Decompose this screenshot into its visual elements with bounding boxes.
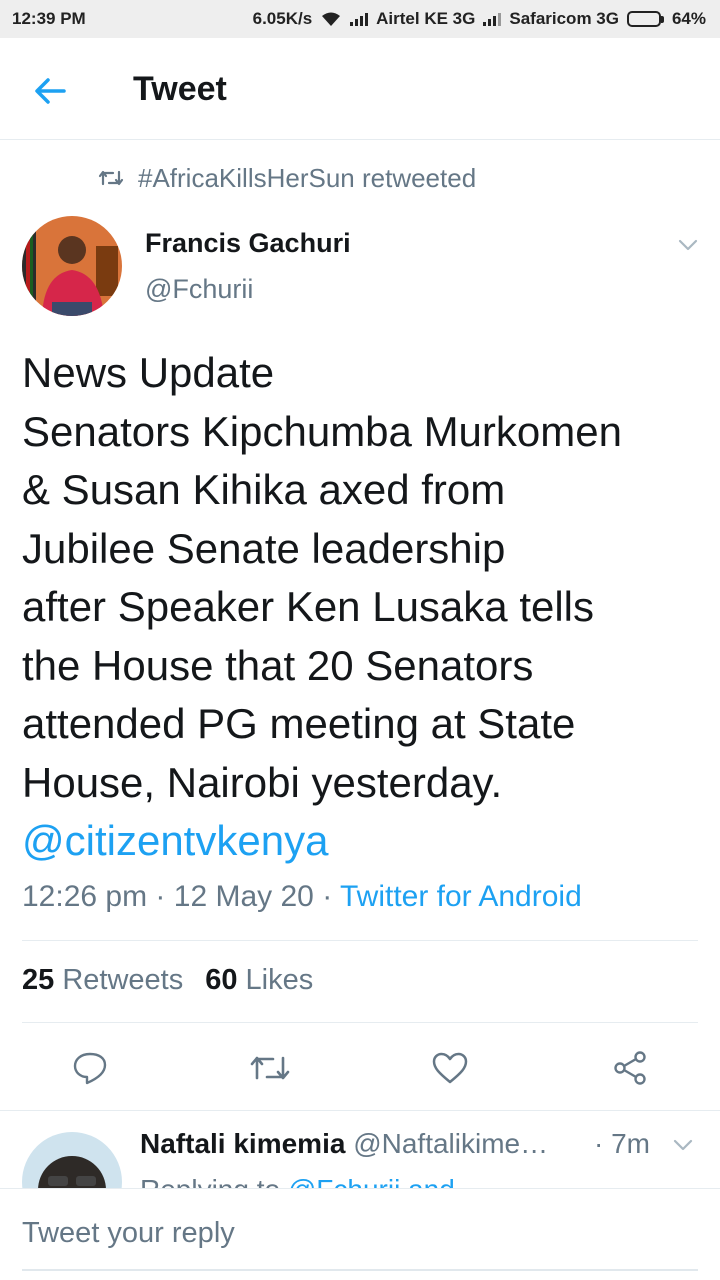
tweet-menu-button[interactable] bbox=[676, 233, 700, 257]
reply-input[interactable]: Tweet your reply bbox=[22, 1217, 235, 1250]
heart-icon bbox=[432, 1052, 468, 1084]
tweet-line: Senators Kipchumba Murkomen bbox=[22, 407, 622, 455]
tweet-stats: 25 Retweets 60 Likes bbox=[22, 964, 313, 997]
retweets-count: 25 bbox=[22, 964, 55, 996]
likes-count: 60 bbox=[205, 964, 238, 996]
status-time: 12:39 PM bbox=[12, 9, 86, 28]
meta-separator: · bbox=[313, 880, 340, 913]
signal-icon bbox=[350, 12, 369, 26]
reply-menu-button[interactable] bbox=[672, 1134, 694, 1156]
author-avatar[interactable] bbox=[22, 216, 122, 316]
reply-button[interactable] bbox=[66, 1044, 114, 1092]
tweet-time: 12:26 pm bbox=[22, 880, 148, 913]
share-button[interactable] bbox=[606, 1044, 654, 1092]
arrow-left-icon bbox=[35, 78, 66, 104]
retweets-stat[interactable]: 25 Retweets bbox=[22, 964, 183, 997]
share-icon bbox=[614, 1051, 646, 1085]
status-bar: 12:39 PM 6.05K/s Airtel KE 3G Safaricom … bbox=[0, 0, 720, 38]
tweet-text: News Update Senators Kipchumba Murkomen … bbox=[22, 344, 712, 871]
app-bar: Tweet bbox=[0, 38, 720, 140]
carrier-1: Airtel KE 3G bbox=[376, 9, 476, 28]
divider bbox=[0, 1110, 720, 1111]
reply-author-handle: @Naftalikime… bbox=[353, 1128, 549, 1159]
page-title: Tweet bbox=[133, 70, 227, 108]
author-name[interactable]: Francis Gachuri bbox=[145, 228, 351, 259]
avatar-image bbox=[22, 216, 122, 316]
wifi-icon bbox=[322, 12, 341, 26]
retweet-icon bbox=[250, 1056, 290, 1080]
tweet-line: Jubilee Senate leadership bbox=[22, 524, 506, 572]
reply-author-name: Naftali kimemia bbox=[140, 1128, 346, 1159]
back-button[interactable] bbox=[30, 71, 70, 111]
tweet-meta: 12:26 pm · 12 May 20 · Twitter for Andro… bbox=[22, 880, 582, 914]
retweet-banner-text: #AfricaKillsHerSun retweeted bbox=[138, 162, 477, 193]
status-indicators: 6.05K/s Airtel KE 3G Safaricom 3G 64% bbox=[253, 9, 706, 29]
divider bbox=[22, 940, 698, 941]
tweet-line: News Update bbox=[22, 349, 275, 396]
reply-composer: Tweet your reply bbox=[0, 1188, 720, 1280]
divider bbox=[22, 1022, 698, 1023]
reply-time: · 7m bbox=[594, 1128, 650, 1159]
tweet-line: after Speaker Ken Lusaka tells bbox=[22, 583, 595, 630]
battery-percent: 64% bbox=[671, 9, 706, 28]
retweet-button[interactable] bbox=[246, 1044, 294, 1092]
retweet-icon bbox=[98, 170, 124, 186]
author-handle[interactable]: @Fchurii bbox=[145, 274, 253, 305]
reply-icon bbox=[73, 1052, 107, 1085]
tweet-line: & Susan Kihika axed from bbox=[22, 466, 506, 513]
chevron-down-icon bbox=[673, 1139, 693, 1151]
like-button[interactable] bbox=[426, 1044, 474, 1092]
retweet-banner[interactable]: #AfricaKillsHerSun retweeted bbox=[98, 160, 476, 196]
tweet-actions bbox=[0, 1044, 720, 1092]
reply-header[interactable]: Naftali kimemia @Naftalikime… bbox=[140, 1128, 548, 1160]
meta-separator: · bbox=[147, 880, 174, 913]
likes-stat[interactable]: 60 Likes bbox=[205, 964, 313, 997]
tweet-line: House, Nairobi yesterday. bbox=[22, 758, 503, 806]
input-underline bbox=[22, 1269, 698, 1271]
mention-link[interactable]: @citizentvkenya bbox=[22, 812, 712, 871]
tweet-source-link[interactable]: Twitter for Android bbox=[340, 880, 582, 913]
signal-icon bbox=[483, 12, 502, 26]
battery-icon bbox=[626, 11, 664, 27]
network-speed: 6.05K/s bbox=[252, 9, 313, 28]
likes-label: Likes bbox=[245, 964, 314, 996]
chevron-down-icon bbox=[678, 239, 698, 251]
tweet-date: 12 May 20 bbox=[173, 880, 314, 913]
tweet-line: attended PG meeting at State bbox=[22, 700, 576, 747]
tweet-line: the House that 20 Senators bbox=[22, 641, 534, 689]
carrier-2: Safaricom 3G bbox=[509, 9, 619, 28]
retweets-label: Retweets bbox=[62, 964, 184, 996]
